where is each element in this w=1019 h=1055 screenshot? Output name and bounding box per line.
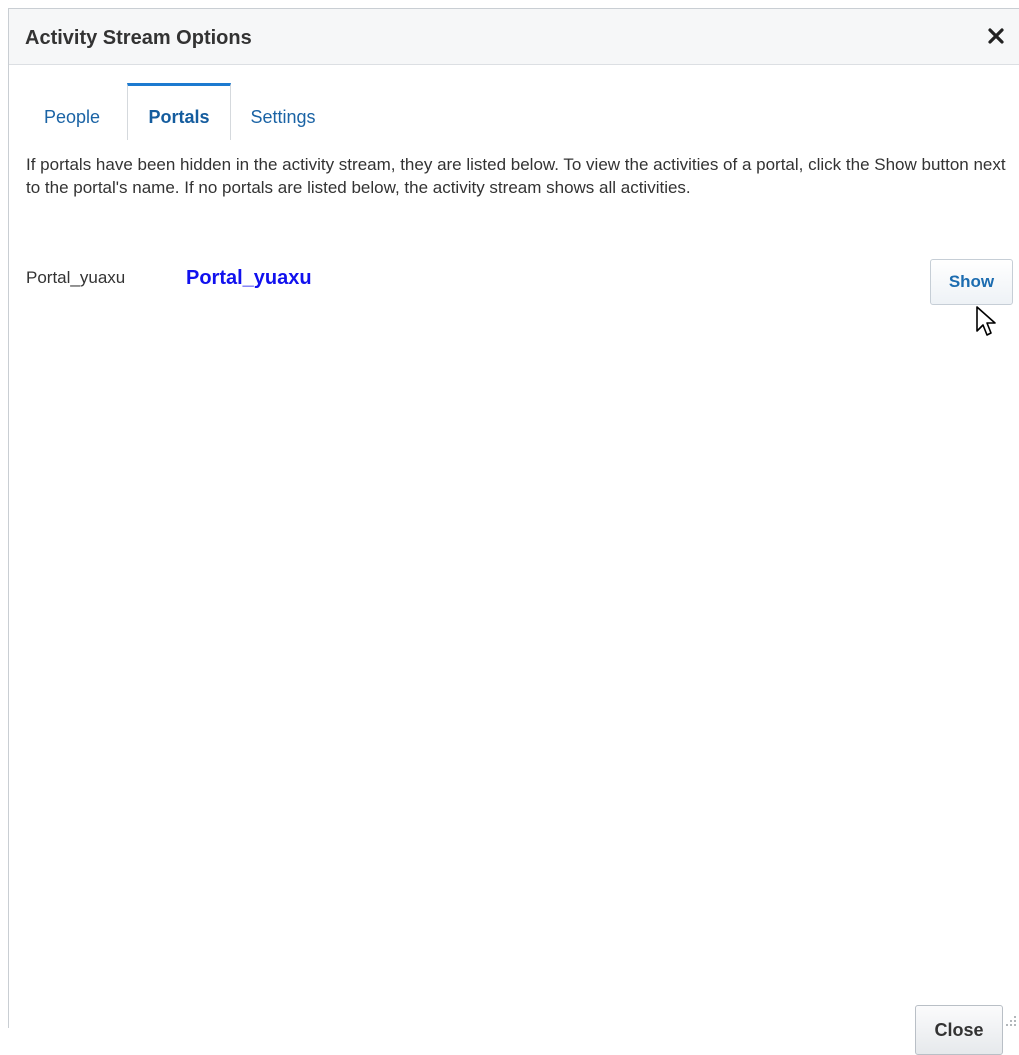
tab-settings[interactable]: Settings — [241, 83, 325, 140]
close-x-icon[interactable] — [983, 23, 1009, 49]
portals-description: If portals have been hidden in the activ… — [26, 155, 1006, 197]
activity-stream-options-dialog: Activity Stream Options People Portals S… — [8, 8, 1019, 1055]
portal-name-link[interactable]: Portal_yuaxu — [186, 267, 312, 290]
portal-id: Portal_yuaxu — [26, 268, 126, 287]
resize-grip-icon[interactable] — [1005, 1014, 1017, 1026]
tab-people[interactable]: People — [27, 83, 117, 140]
close-button[interactable]: Close — [915, 1005, 1003, 1055]
tab-portals[interactable]: Portals — [127, 83, 231, 140]
dialog-title: Activity Stream Options — [25, 27, 252, 49]
portal-list-item: Portal_yuaxu Portal_yuaxu Show — [26, 259, 1014, 315]
show-button[interactable]: Show — [930, 259, 1013, 305]
dialog-titlebar: Activity Stream Options — [9, 9, 1019, 65]
